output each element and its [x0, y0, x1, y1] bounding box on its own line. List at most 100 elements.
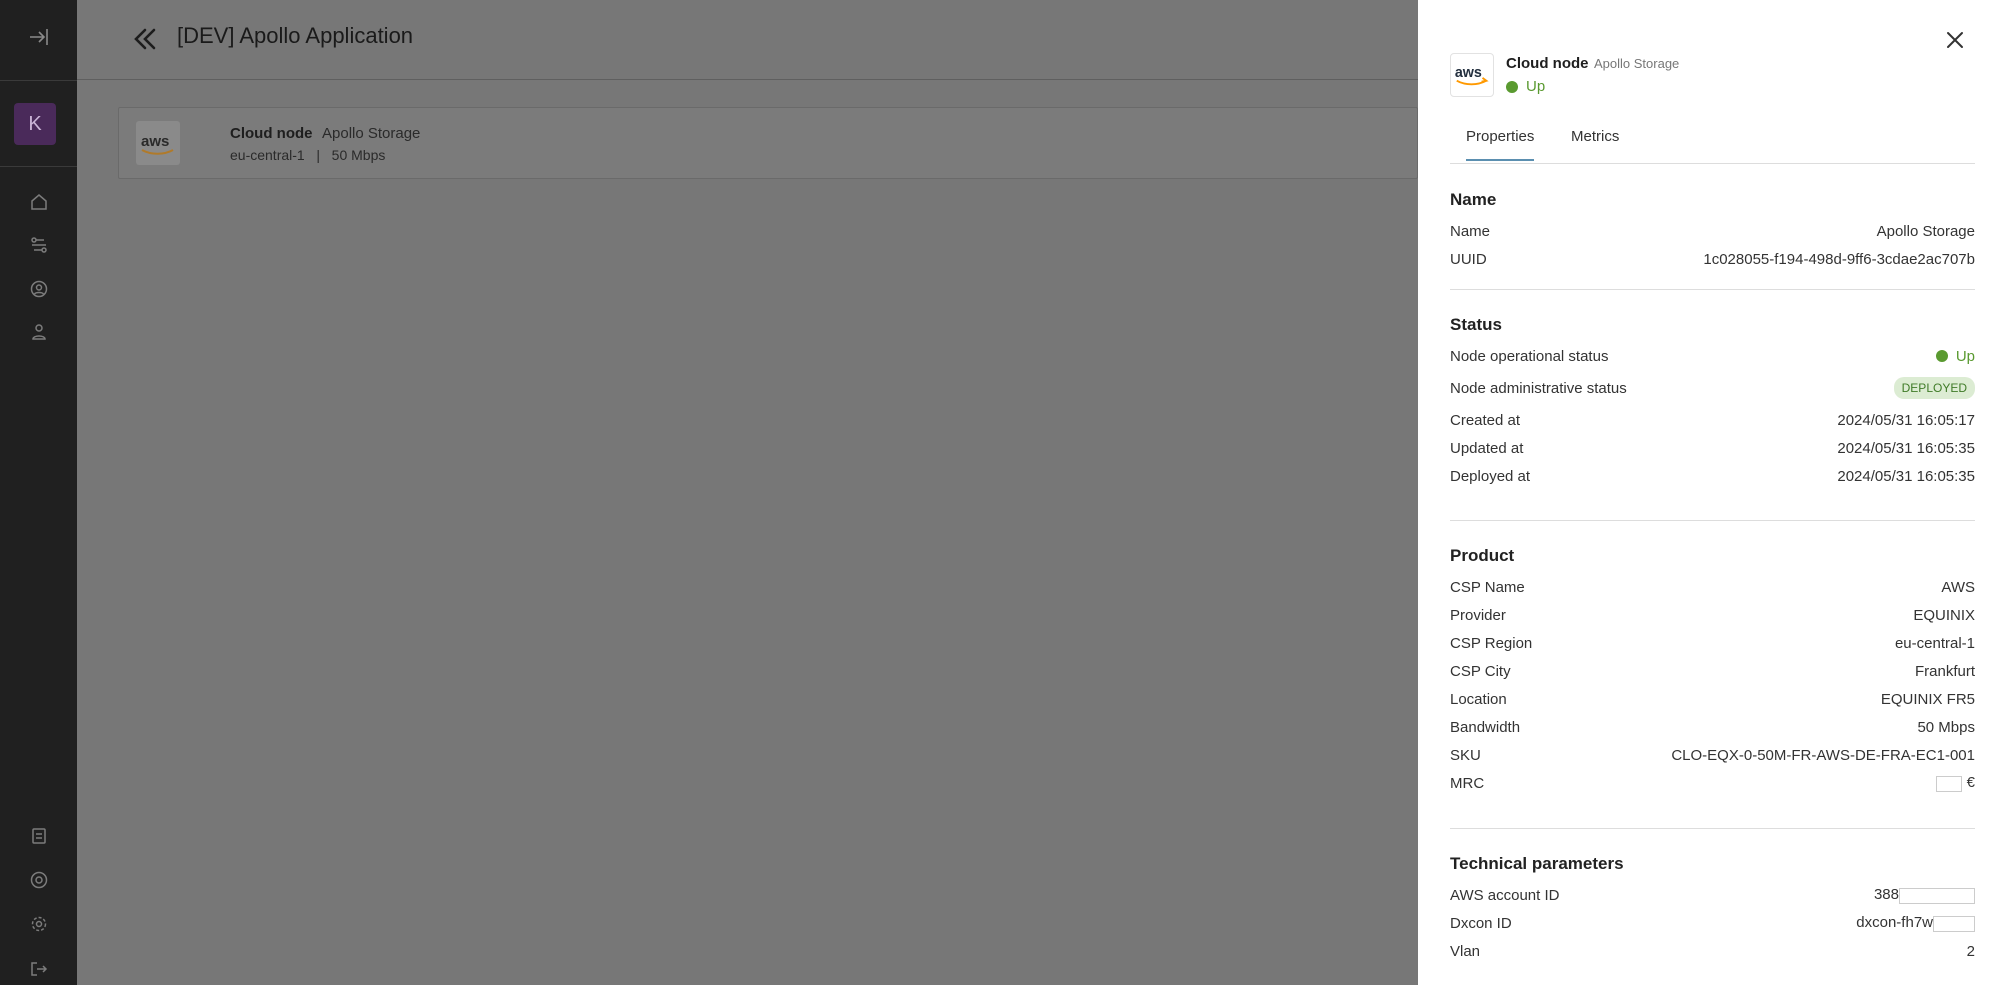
card-meta: eu-central-1 | 50 Mbps [230, 147, 386, 163]
property-row: Node operational status Up [1450, 345, 1975, 367]
drawer-status-label: Up [1526, 78, 1546, 95]
property-row: CSP Name AWS [1450, 576, 1975, 598]
users-icon[interactable] [0, 323, 77, 341]
property-value: EQUINIX FR5 [1880, 690, 1975, 708]
property-row: Updated at 2024/05/31 16:05:35 [1450, 437, 1975, 459]
property-row: Dxcon ID dxcon-fh7w [1450, 912, 1975, 934]
property-label: Updated at [1450, 439, 1524, 457]
property-row: SKU CLO-EQX-0-50M-FR-AWS-DE-FRA-EC1-001 [1450, 744, 1975, 766]
property-label: Created at [1450, 411, 1521, 429]
main-area: [DEV] Apollo Application aws Cloud node … [77, 0, 1418, 985]
property-row: UUID 1c028055-f194-498d-9ff6-3cdae2ac707… [1450, 248, 1975, 270]
section-title-name: Name [1450, 190, 1497, 209]
rail-divider [0, 80, 77, 81]
mrc-currency: € [1966, 774, 1975, 792]
property-row: Name Apollo Storage [1450, 220, 1975, 242]
drawer-node-name: Apollo Storage [1594, 56, 1680, 71]
card-name: Apollo Storage [322, 125, 421, 142]
property-value: Apollo Storage [1876, 222, 1975, 240]
node-details-drawer: aws Cloud node Apollo Storage Up Propert… [1418, 0, 1999, 985]
property-row: Provider EQUINIX [1450, 604, 1975, 626]
property-label: CSP Name [1450, 578, 1525, 596]
tab-properties[interactable]: Properties [1466, 128, 1535, 161]
double-chevron-left-icon[interactable] [130, 24, 160, 54]
svg-text:aws: aws [1455, 65, 1482, 81]
expand-sidebar-icon[interactable] [0, 26, 77, 48]
documents-icon[interactable] [0, 827, 77, 845]
account-icon[interactable] [0, 280, 77, 298]
mrc-value: € [1936, 774, 1975, 792]
property-value: 1c028055-f194-498d-9ff6-3cdae2ac707b [1703, 250, 1975, 268]
aws-logo-icon: aws [136, 121, 180, 165]
property-row: MRC € [1450, 772, 1975, 794]
logout-icon[interactable] [0, 960, 77, 978]
property-label: MRC [1450, 774, 1485, 792]
redacted-value [1899, 887, 1975, 904]
property-label: Provider [1450, 606, 1506, 624]
property-value: eu-central-1 [1894, 634, 1975, 652]
property-label: Deployed at [1450, 467, 1531, 485]
redacted-value [1936, 775, 1963, 792]
property-value: 50 Mbps [1917, 718, 1975, 736]
redacted-value [1933, 915, 1975, 932]
property-label: Location [1450, 690, 1507, 708]
page-title: [DEV] Apollo Application [177, 23, 414, 48]
section-title-product: Product [1450, 546, 1515, 565]
topbar: [DEV] Apollo Application [77, 0, 1418, 80]
property-label: UUID [1450, 250, 1487, 268]
property-row: Node administrative status DEPLOYED [1450, 377, 1975, 399]
status-badge: DEPLOYED [1893, 377, 1975, 399]
dxcon-value: dxcon-fh7w [1856, 914, 1975, 932]
property-value: 2024/05/31 16:05:17 [1837, 411, 1975, 429]
drawer-status: Up [1506, 78, 1545, 95]
aws-account-value: 388 [1873, 886, 1975, 904]
status-dot-icon [1506, 80, 1518, 93]
property-label: Dxcon ID [1450, 914, 1512, 932]
property-value: CLO-EQX-0-50M-FR-AWS-DE-FRA-EC1-001 [1671, 746, 1975, 764]
property-value: 2 [1966, 942, 1975, 960]
svg-text:aws: aws [141, 133, 169, 150]
aws-logo-icon: aws [1450, 53, 1494, 97]
property-label: Node operational status [1450, 347, 1609, 365]
avatar[interactable]: K [14, 103, 56, 145]
card-kind: Cloud node [230, 125, 313, 142]
drawer-tabs: Properties Metrics [1450, 122, 1975, 164]
divider [1450, 289, 1975, 290]
property-label: Vlan [1450, 942, 1481, 960]
property-label: Node administrative status [1450, 379, 1627, 397]
section-title-status: Status [1450, 315, 1502, 334]
property-row: Vlan 2 [1450, 940, 1975, 962]
support-icon[interactable] [0, 871, 77, 889]
rail-divider [0, 166, 77, 167]
property-row: Deployed at 2024/05/31 16:05:35 [1450, 465, 1975, 487]
property-label: Bandwidth [1450, 718, 1521, 736]
property-label: SKU [1450, 746, 1481, 764]
operational-status: Up [1935, 347, 1975, 365]
status-dot-icon [1935, 350, 1948, 362]
tab-metrics[interactable]: Metrics [1571, 128, 1619, 145]
property-label: AWS account ID [1450, 886, 1560, 904]
close-icon[interactable] [1945, 30, 1965, 50]
divider [1450, 520, 1975, 521]
aws-account-id: 388 [1873, 886, 1899, 904]
property-row: Bandwidth 50 Mbps [1450, 716, 1975, 738]
property-value: 2024/05/31 16:05:35 [1837, 467, 1975, 485]
home-icon[interactable] [0, 193, 77, 211]
connections-icon[interactable] [0, 236, 77, 254]
operational-status-value: Up [1955, 347, 1975, 365]
property-value: AWS [1941, 578, 1975, 596]
dxcon-id: dxcon-fh7w [1856, 914, 1933, 932]
property-row: CSP City Frankfurt [1450, 660, 1975, 682]
property-value: 2024/05/31 16:05:35 [1837, 439, 1975, 457]
left-rail: K [0, 0, 77, 985]
settings-icon[interactable] [0, 915, 77, 933]
property-row: AWS account ID 388 [1450, 884, 1975, 906]
section-title-technical: Technical parameters [1450, 854, 1624, 873]
cloud-node-card[interactable]: aws Cloud node Apollo Storage eu-central… [118, 107, 1418, 179]
property-value: Frankfurt [1914, 662, 1975, 680]
property-row: Created at 2024/05/31 16:05:17 [1450, 409, 1975, 431]
property-label: CSP Region [1450, 634, 1533, 652]
property-row: CSP Region eu-central-1 [1450, 632, 1975, 654]
property-label: CSP City [1450, 662, 1511, 680]
property-label: Name [1450, 222, 1491, 240]
